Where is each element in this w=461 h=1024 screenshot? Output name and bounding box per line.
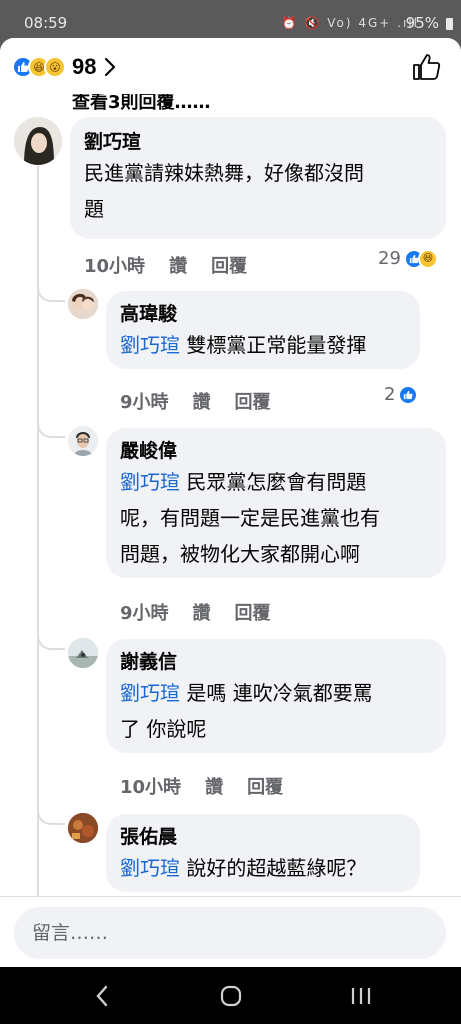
reply-link[interactable]: 回覆	[235, 388, 271, 414]
thread-line	[37, 166, 39, 896]
haha-icon: 😆	[417, 248, 438, 269]
battery-percent: 95%	[405, 14, 439, 32]
comment-bubble: 謝義信 劉巧瑄 是嗎 連吹冷氣都要罵 了 你說呢	[106, 639, 446, 753]
comment-author[interactable]: 嚴峻偉	[120, 438, 432, 464]
comment-text-line: 呢，有問題一定是民進黨也有	[120, 506, 380, 530]
comment-text-line: 民眾黨怎麼會有問題	[180, 470, 367, 494]
comment-meta: 10小時 讚 回覆	[120, 773, 283, 799]
comment-time: 9小時	[120, 392, 169, 413]
thread-branch	[37, 811, 65, 825]
recents-bars-icon	[351, 988, 371, 1004]
comment-text: 劉巧瑄 雙標黨正常能量發揮	[120, 327, 406, 363]
mention-link[interactable]: 劉巧瑄	[120, 681, 180, 705]
mention-link[interactable]: 劉巧瑄	[120, 470, 180, 494]
sheet-header: 😆 😮 98	[0, 38, 461, 94]
comment-author[interactable]: 張佑晨	[120, 824, 406, 850]
landscape-photo-icon	[68, 638, 98, 668]
avatar[interactable]	[68, 813, 98, 843]
person-photo-icon	[14, 117, 62, 165]
recents-button[interactable]	[341, 981, 381, 1011]
comment-text-line: 民進黨請辣妹熱舞，好像都沒問	[84, 161, 364, 185]
comment-input[interactable]	[14, 907, 446, 959]
battery-icon	[446, 18, 453, 30]
reply-link[interactable]: 回覆	[235, 599, 271, 625]
mention-link[interactable]: 劉巧瑄	[120, 856, 180, 880]
avatar[interactable]	[68, 638, 98, 668]
avatar[interactable]	[68, 289, 98, 319]
comment-text-line: 了 你說呢	[120, 717, 207, 741]
wow-icon: 😮	[44, 56, 66, 78]
reply-link[interactable]: 回覆	[211, 252, 247, 278]
status-bar: 08:59 ⏰ 🔇 Vo) 4G+ .ıll 95%	[0, 0, 461, 38]
reaction-count: 98	[72, 54, 97, 79]
comment-text-line: 是嗎 連吹冷氣都要罵	[180, 681, 373, 705]
chevron-right-icon	[104, 56, 124, 78]
status-icons: ⏰ 🔇 Vo) 4G+ .ıll	[281, 16, 419, 30]
back-chevron-icon	[96, 985, 108, 1007]
comment-text-line: 說好的超越藍綠呢？	[180, 856, 367, 880]
thread-branch	[37, 288, 65, 302]
like-post-button[interactable]	[411, 52, 441, 82]
reaction-count: 2	[384, 384, 396, 405]
comment-reactions[interactable]: 29 😆	[378, 248, 438, 269]
comment-author[interactable]: 謝義信	[120, 649, 432, 675]
comment-meta: 9小時 讚 回覆	[120, 599, 271, 625]
comment-bubble: 高瑋駿 劉巧瑄 雙標黨正常能量發揮	[106, 291, 420, 369]
home-circle-icon	[220, 985, 242, 1007]
comment-reactions[interactable]: 2	[384, 384, 419, 405]
status-time: 08:59	[24, 14, 68, 32]
thread-branch	[37, 424, 65, 438]
comment-time: 9小時	[120, 603, 169, 624]
avatar[interactable]	[68, 426, 98, 456]
comment-time: 10小時	[84, 256, 146, 277]
like-link[interactable]: 讚	[169, 252, 187, 278]
comment-bubble: 張佑晨 劉巧瑄 說好的超越藍綠呢？	[106, 814, 420, 892]
like-link[interactable]: 讚	[193, 388, 211, 414]
comment-text-line: 題	[84, 197, 104, 221]
comments-sheet: 😆 😮 98 查看3則回覆…… 劉巧瑄 民進黨請辣妹熱舞，好像都沒問 題 10小…	[0, 38, 461, 967]
reactions-summary[interactable]: 😆 😮 98	[12, 54, 124, 80]
like-icon	[398, 384, 419, 405]
comment-composer	[0, 896, 461, 967]
thread-branch	[37, 636, 65, 650]
mention-link[interactable]: 劉巧瑄	[120, 333, 180, 357]
comment-text: 民進黨請辣妹熱舞，好像都沒問 題	[84, 155, 432, 227]
comment-text: 劉巧瑄 民眾黨怎麼會有問題 呢，有問題一定是民進黨也有 問題，被物化大家都開心啊	[120, 464, 432, 572]
comment-text: 劉巧瑄 說好的超越藍綠呢？	[120, 850, 406, 886]
comment-author[interactable]: 劉巧瑄	[84, 129, 432, 155]
back-button[interactable]	[82, 981, 122, 1011]
avatar[interactable]	[14, 117, 62, 165]
system-nav-bar	[0, 967, 461, 1024]
comment-text: 劉巧瑄 是嗎 連吹冷氣都要罵 了 你說呢	[120, 675, 432, 747]
comment-text-line: 問題，被物化大家都開心啊	[120, 542, 360, 566]
comment-bubble: 嚴峻偉 劉巧瑄 民眾黨怎麼會有問題 呢，有問題一定是民進黨也有 問題，被物化大家…	[106, 428, 446, 578]
like-link[interactable]: 讚	[205, 773, 223, 799]
comment-text-line: 雙標黨正常能量發揮	[180, 333, 367, 357]
food-photo-icon	[68, 813, 98, 843]
comment-author[interactable]: 高瑋駿	[120, 301, 406, 327]
thumbs-up-icon	[413, 54, 441, 80]
person-photo-icon	[68, 426, 98, 456]
home-button[interactable]	[211, 981, 251, 1011]
like-link[interactable]: 讚	[193, 599, 211, 625]
person-photo-icon	[68, 289, 98, 319]
reaction-count: 29	[378, 248, 401, 269]
comment-meta: 9小時 讚 回覆	[120, 388, 271, 414]
comment-time: 10小時	[120, 777, 182, 798]
reply-link[interactable]: 回覆	[247, 773, 283, 799]
comment-bubble: 劉巧瑄 民進黨請辣妹熱舞，好像都沒問 題	[70, 117, 446, 239]
comment-meta: 10小時 讚 回覆	[84, 252, 247, 278]
